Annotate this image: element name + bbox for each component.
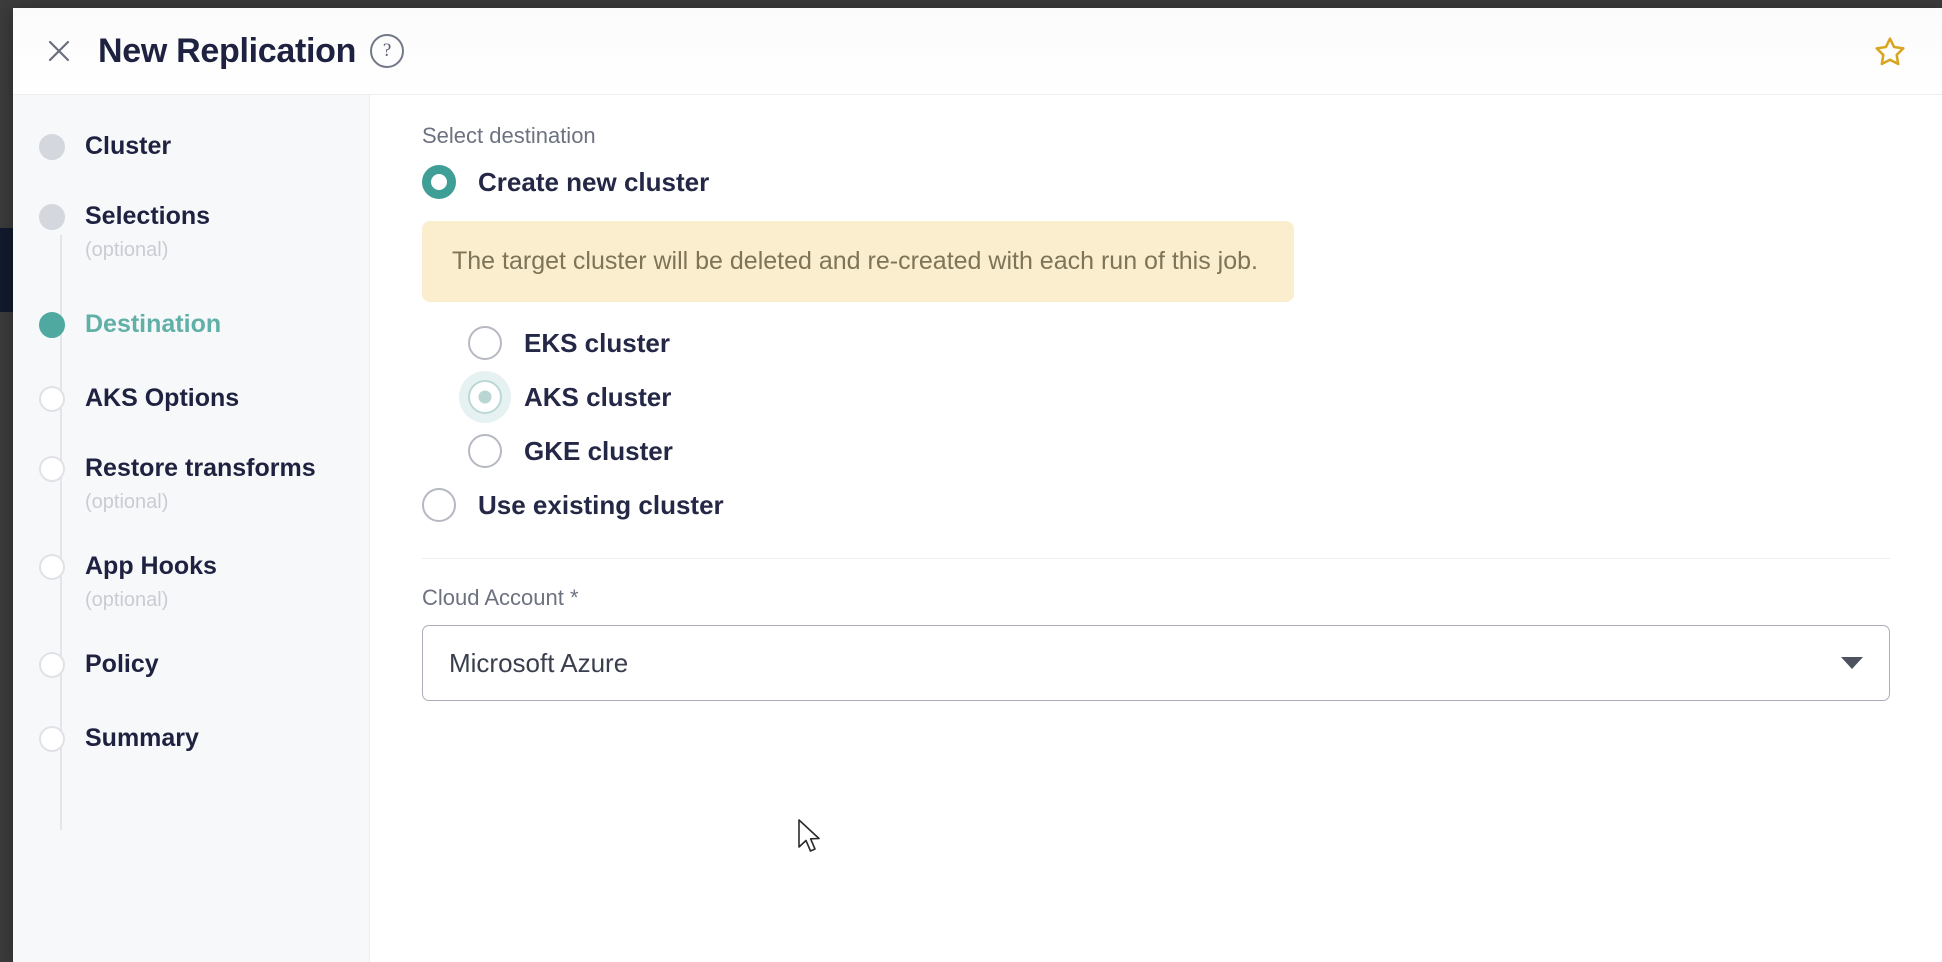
new-replication-modal: New Replication ? Cluster Selections (op…	[13, 8, 1942, 962]
chevron-down-icon[interactable]	[1841, 657, 1863, 669]
step-dot-selections	[39, 204, 65, 230]
radio-gke-cluster-icon	[468, 434, 502, 468]
star-icon[interactable]	[1868, 30, 1912, 74]
sidebar-item-summary[interactable]: Summary	[13, 721, 369, 755]
cloud-account-label: Cloud Account *	[422, 585, 579, 610]
warning-banner-text: The target cluster will be deleted and r…	[452, 247, 1258, 275]
desktop-background: New Replication ? Cluster Selections (op…	[0, 0, 1942, 962]
radio-use-existing-cluster[interactable]: Use existing cluster	[422, 488, 1890, 522]
radio-use-existing-cluster-icon	[422, 488, 456, 522]
radio-eks-cluster-label: EKS cluster	[524, 327, 670, 358]
radio-aks-cluster-icon	[468, 380, 502, 414]
step-label-selections: Selections	[85, 202, 211, 230]
radio-use-existing-cluster-label: Use existing cluster	[478, 489, 724, 520]
cloud-account-select[interactable]: Microsoft Azure	[422, 625, 1890, 701]
step-dot-summary	[39, 726, 65, 752]
cloud-account-value: Microsoft Azure	[449, 647, 629, 678]
sidebar-item-policy[interactable]: Policy	[13, 647, 369, 681]
step-sub-restore-transforms: (optional)	[85, 491, 169, 513]
step-label-summary: Summary	[85, 724, 199, 752]
step-label-cluster: Cluster	[85, 132, 172, 160]
radio-create-new-cluster[interactable]: Create new cluster	[422, 165, 1890, 199]
step-label-destination: Destination	[85, 310, 222, 338]
modal-header: New Replication ?	[13, 8, 1942, 95]
radio-gke-cluster-label: GKE cluster	[524, 435, 673, 466]
sidebar-item-cluster[interactable]: Cluster	[13, 129, 369, 163]
step-sub-selections: (optional)	[85, 239, 169, 261]
cluster-type-group: EKS cluster AKS cluster GKE cluster	[422, 326, 1890, 468]
step-dot-destination	[39, 312, 65, 338]
step-dot-app-hooks	[39, 554, 65, 580]
sidebar-item-aks-options[interactable]: AKS Options	[13, 381, 369, 415]
step-label-aks-options: AKS Options	[85, 384, 240, 412]
step-sub-app-hooks: (optional)	[85, 589, 169, 611]
modal-body: Cluster Selections (optional) Destinatio…	[13, 95, 1942, 962]
sidebar-item-restore-transforms[interactable]: Restore transforms (optional)	[13, 451, 369, 517]
radio-aks-cluster-label: AKS cluster	[524, 381, 672, 412]
step-label-app-hooks: App Hooks	[85, 552, 217, 580]
step-dot-policy	[39, 652, 65, 678]
radio-eks-cluster[interactable]: EKS cluster	[468, 326, 1890, 360]
warning-banner: The target cluster will be deleted and r…	[422, 221, 1294, 302]
background-strip	[0, 0, 13, 962]
sidebar-item-destination[interactable]: Destination	[13, 307, 369, 341]
destination-panel: Select destination Create new cluster Th…	[370, 95, 1942, 962]
radio-eks-cluster-icon	[468, 326, 502, 360]
section-divider	[422, 558, 1890, 559]
radio-create-new-cluster-label: Create new cluster	[478, 166, 710, 197]
radio-create-new-cluster-icon	[422, 165, 456, 199]
help-circle-icon[interactable]: ?	[370, 34, 405, 68]
select-destination-label: Select destination	[422, 123, 596, 148]
page-title: New Replication	[98, 31, 357, 70]
close-icon[interactable]	[40, 32, 78, 70]
radio-gke-cluster[interactable]: GKE cluster	[468, 434, 1890, 468]
sidebar-item-selections[interactable]: Selections (optional)	[13, 199, 369, 265]
step-dot-aks-options	[39, 386, 65, 412]
step-dot-cluster	[39, 134, 65, 160]
step-dot-restore-transforms	[39, 456, 65, 482]
sidebar-item-app-hooks[interactable]: App Hooks (optional)	[13, 549, 369, 615]
radio-aks-cluster[interactable]: AKS cluster	[468, 380, 1890, 414]
step-label-policy: Policy	[85, 650, 159, 678]
step-label-restore-transforms: Restore transforms	[85, 454, 316, 482]
wizard-stepper: Cluster Selections (optional) Destinatio…	[13, 95, 370, 962]
